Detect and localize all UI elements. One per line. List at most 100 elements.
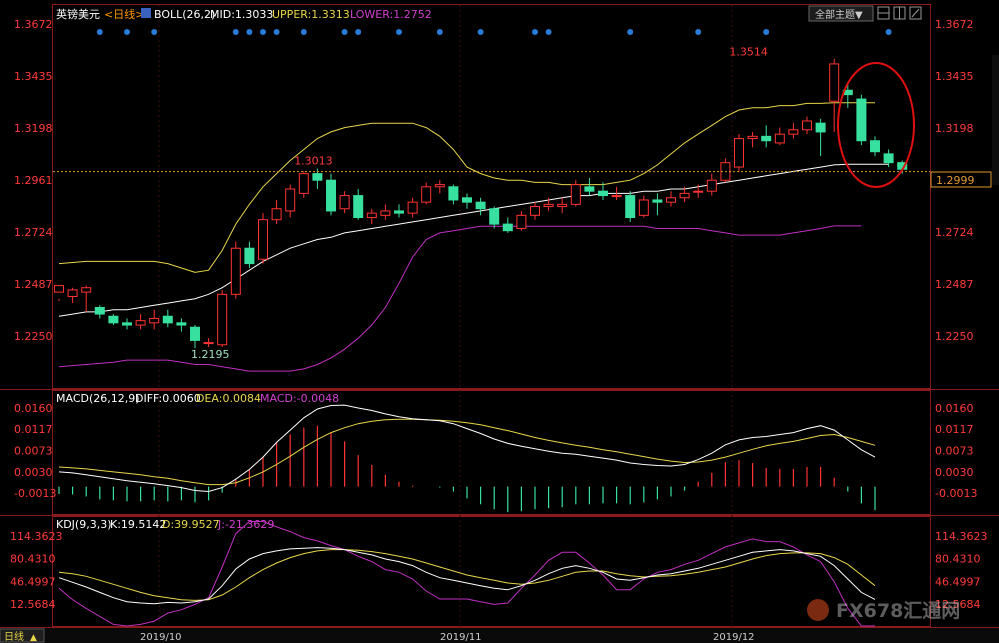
- month-label-dec: 2019/12: [713, 632, 755, 643]
- event-dot[interactable]: [246, 29, 253, 35]
- candle-body[interactable]: [462, 197, 472, 203]
- candle-body[interactable]: [122, 322, 132, 326]
- side-panel-strip[interactable]: [992, 55, 999, 185]
- candle-body[interactable]: [421, 186, 432, 203]
- candle-body[interactable]: [802, 120, 812, 131]
- candle-body[interactable]: [326, 179, 336, 212]
- candle-body[interactable]: [666, 197, 676, 203]
- candle-body[interactable]: [353, 195, 364, 219]
- candle-body[interactable]: [285, 188, 296, 212]
- kdj-name[interactable]: KDJ(9,3,3): [56, 518, 112, 531]
- candle-body[interactable]: [475, 201, 486, 210]
- candle-body[interactable]: [271, 208, 282, 221]
- candle-body[interactable]: [244, 247, 255, 265]
- candle-body[interactable]: [883, 153, 894, 164]
- candle-body[interactable]: [747, 135, 758, 140]
- event-dot[interactable]: [477, 29, 484, 35]
- event-dot[interactable]: [545, 29, 552, 35]
- candle-body[interactable]: [761, 135, 772, 142]
- kdj-panel-frame: [52, 516, 931, 627]
- event-dot[interactable]: [124, 29, 130, 35]
- macd-dea-value: DEA:0.0084: [196, 392, 261, 405]
- event-dot[interactable]: [627, 29, 634, 35]
- candle-body[interactable]: [570, 184, 581, 205]
- candle-body[interactable]: [598, 190, 608, 197]
- candle-body[interactable]: [81, 287, 92, 293]
- candle-body[interactable]: [67, 289, 78, 298]
- toolbar: 全部主题▼: [808, 5, 922, 22]
- kdj-tick-right: 80.4310: [935, 553, 981, 566]
- candle-body[interactable]: [829, 63, 840, 102]
- candle-body[interactable]: [611, 195, 622, 198]
- event-dot[interactable]: [396, 29, 402, 35]
- candle-body[interactable]: [557, 203, 568, 208]
- panel-frames: [0, 4, 999, 628]
- candle-body[interactable]: [217, 293, 228, 346]
- candle-body[interactable]: [489, 208, 500, 225]
- candle-body[interactable]: [652, 199, 663, 203]
- kdj-d-line: [58, 549, 876, 601]
- candle-body[interactable]: [203, 342, 214, 345]
- candle-body[interactable]: [638, 199, 649, 216]
- candle-body[interactable]: [298, 173, 309, 194]
- macd-tick-left: 0.0117: [14, 423, 53, 436]
- candle-body[interactable]: [774, 133, 785, 144]
- candle-body[interactable]: [149, 317, 160, 324]
- candle-body[interactable]: [788, 129, 799, 135]
- candle-body[interactable]: [448, 186, 459, 201]
- event-dot[interactable]: [355, 29, 362, 35]
- candle-body[interactable]: [394, 210, 404, 214]
- candle-body[interactable]: [856, 98, 867, 142]
- event-dot[interactable]: [532, 29, 538, 35]
- macd-name[interactable]: MACD(26,12,9): [56, 392, 140, 405]
- candle-body[interactable]: [407, 201, 418, 214]
- event-dot[interactable]: [436, 29, 443, 35]
- event-dot[interactable]: [96, 29, 103, 35]
- candle-body[interactable]: [230, 247, 241, 295]
- event-dot[interactable]: [695, 29, 702, 35]
- candle-body[interactable]: [693, 190, 704, 193]
- candle-body[interactable]: [870, 140, 880, 153]
- candle-body[interactable]: [176, 322, 187, 326]
- candle-body[interactable]: [162, 315, 173, 324]
- candle-body[interactable]: [625, 195, 636, 219]
- event-dot[interactable]: [300, 29, 307, 35]
- candle-body[interactable]: [706, 179, 717, 192]
- candle-body[interactable]: [190, 326, 200, 341]
- period-label[interactable]: <日线>: [104, 7, 144, 21]
- candle-body[interactable]: [339, 195, 350, 210]
- event-dot[interactable]: [151, 29, 158, 35]
- price-header: 英镑美元 <日线> BOLL(26,2) MID:1.3033 UPPER:1.…: [56, 7, 432, 21]
- macd-tick-right: -0.0013: [935, 487, 977, 500]
- price-tick-right: 1.3435: [935, 70, 974, 83]
- candle-body[interactable]: [366, 212, 377, 219]
- candle-body[interactable]: [108, 315, 119, 324]
- event-dot[interactable]: [232, 29, 239, 35]
- event-dot[interactable]: [273, 29, 280, 35]
- event-dot[interactable]: [885, 29, 892, 35]
- candle-body[interactable]: [135, 320, 146, 326]
- candle-body[interactable]: [734, 138, 744, 168]
- candle-body[interactable]: [516, 214, 527, 229]
- event-dot[interactable]: [763, 29, 770, 35]
- candle-body[interactable]: [312, 173, 323, 181]
- candle-body[interactable]: [502, 223, 513, 232]
- candle-body[interactable]: [679, 192, 690, 199]
- macd-header: MACD(26,12,9) DIFF:0.0060 DEA:0.0084 MAC…: [56, 392, 339, 405]
- macd-histogram: [58, 425, 876, 513]
- event-dot[interactable]: [341, 29, 348, 35]
- boll-label[interactable]: BOLL(26,2): [154, 8, 215, 21]
- candle-body[interactable]: [54, 285, 64, 293]
- candle-body[interactable]: [380, 210, 391, 216]
- candle-body[interactable]: [258, 219, 268, 260]
- kdj-tick-left: 46.4997: [10, 575, 56, 588]
- candle-body[interactable]: [530, 206, 540, 216]
- boll-indicator-icon[interactable]: [141, 8, 151, 18]
- candle-body[interactable]: [543, 203, 554, 208]
- candle-body[interactable]: [434, 184, 445, 188]
- candle-body[interactable]: [94, 306, 105, 315]
- candle-body[interactable]: [584, 186, 595, 192]
- price-tick-left: 1.2487: [14, 278, 53, 291]
- event-dot[interactable]: [260, 29, 266, 35]
- candle-body[interactable]: [815, 122, 826, 133]
